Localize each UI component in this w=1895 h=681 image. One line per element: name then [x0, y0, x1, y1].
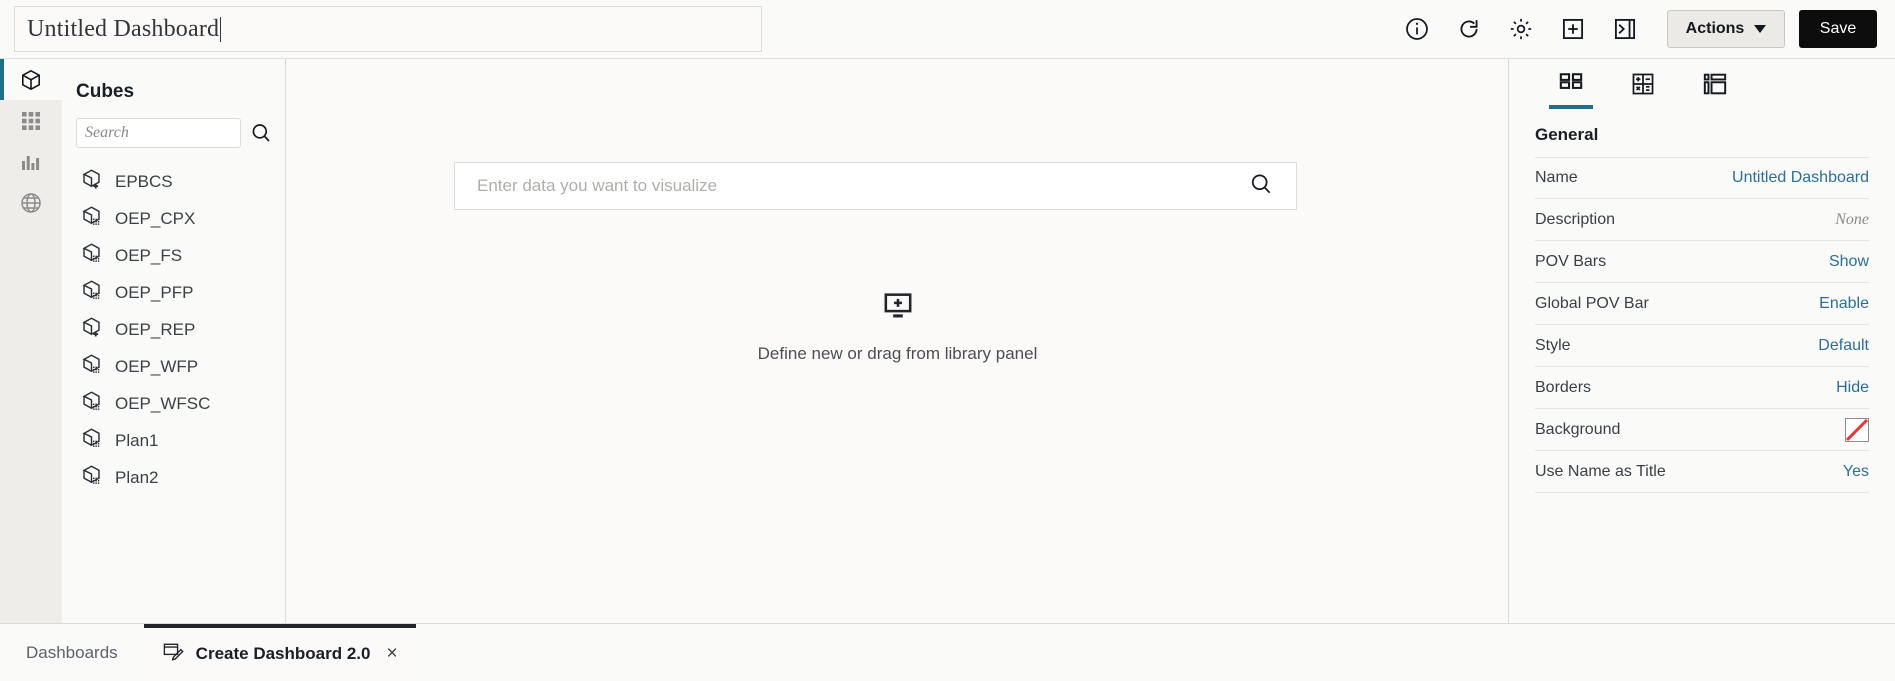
list-item[interactable]: Plan1: [62, 422, 285, 459]
cube-label: OEP_WFSC: [115, 393, 211, 413]
property-row: Style Default: [1535, 325, 1869, 367]
dashboard-title-input[interactable]: Untitled Dashboard: [14, 6, 762, 52]
property-label: Global POV Bar: [1535, 294, 1649, 312]
list-item[interactable]: OEP_WFSC: [62, 385, 285, 422]
left-rail: [0, 58, 62, 623]
sidebar-item-charts[interactable]: [0, 141, 62, 182]
library-panel-title: Cubes: [76, 81, 135, 102]
text-caret: [220, 16, 222, 42]
cube-label: EPBCS: [115, 171, 173, 191]
cube-label: OEP_FS: [115, 245, 183, 265]
properties-panel: General Name Untitled Dashboard Descriptio…: [1509, 58, 1895, 623]
save-button-label: Save: [1819, 20, 1857, 37]
cube-label: OEP_WFP: [115, 356, 199, 376]
property-label: Description: [1535, 210, 1616, 228]
property-value[interactable]: Yes: [1843, 463, 1869, 481]
actions-button-label: Actions: [1685, 20, 1745, 37]
tab-general[interactable]: [1535, 59, 1607, 115]
property-label: Style: [1535, 336, 1571, 354]
list-item[interactable]: Plan2: [62, 459, 285, 496]
list-item[interactable]: EPBCS: [62, 163, 285, 200]
info-icon[interactable]: [1391, 6, 1443, 52]
dropzone-label: Define new or drag from library panel: [757, 344, 1038, 363]
property-label: POV Bars: [1535, 252, 1607, 270]
tab-layout[interactable]: [1679, 59, 1751, 115]
list-item[interactable]: OEP_REP: [62, 311, 285, 348]
search-icon[interactable]: [1248, 171, 1274, 202]
chevron-down-icon: [1754, 25, 1767, 33]
cube-icon: [80, 205, 103, 233]
bottom-tab-create-dashboard-label: Create Dashboard 2.0: [195, 644, 371, 663]
cube-list: EPBCS OEP_CPX OEP_FS OEP_PFP OEP_REP OEP_WFP O…: [62, 149, 285, 496]
collapse-panel-icon[interactable]: [1599, 6, 1651, 52]
cube-icon: [80, 168, 103, 196]
property-row: Borders Hide: [1535, 367, 1869, 409]
bottom-tab-create-dashboard[interactable]: Create Dashboard 2.0 ×: [143, 623, 416, 681]
dashboard-title-text: Untitled Dashboard: [27, 15, 220, 42]
add-box-icon[interactable]: [1547, 6, 1599, 52]
property-row: Name Untitled Dashboard: [1535, 157, 1869, 199]
sidebar-item-cubes[interactable]: [0, 59, 62, 100]
search-icon[interactable]: [241, 117, 281, 149]
property-label: Name: [1535, 169, 1578, 186]
property-row: POV Bars Show: [1535, 241, 1869, 283]
cube-icon: [80, 353, 103, 381]
cube-label: OEP_CPX: [115, 208, 196, 228]
property-value[interactable]: Hide: [1836, 379, 1869, 397]
visualize-search-placeholder: Enter data you want to visualize: [477, 176, 718, 195]
refresh-icon[interactable]: [1443, 6, 1495, 52]
toolbar-actions: Actions Save: [1391, 6, 1895, 52]
edit-dashboard-icon: [162, 641, 184, 668]
list-item[interactable]: OEP_CPX: [62, 200, 285, 237]
property-value[interactable]: Untitled Dashboard: [1732, 169, 1869, 187]
cube-icon: [80, 316, 103, 344]
property-value[interactable]: Default: [1818, 337, 1869, 355]
actions-button[interactable]: Actions: [1667, 10, 1785, 48]
property-row: Global POV Bar Enable: [1535, 283, 1869, 325]
properties-list: Name Untitled Dashboard Description None POV…: [1509, 145, 1895, 493]
cube-icon: [80, 279, 103, 307]
cube-icon: [80, 464, 103, 492]
bottom-tab-bar: Dashboards Create Dashboard 2.0 ×: [0, 623, 1895, 681]
close-icon[interactable]: ×: [386, 643, 397, 665]
top-toolbar: Untitled Dashboard Actions Save: [0, 0, 1895, 58]
properties-section-title: General: [1535, 125, 1599, 144]
property-row: Background: [1535, 409, 1869, 451]
property-row: Description None: [1535, 199, 1869, 241]
library-search-row: Search: [62, 103, 285, 149]
bottom-tab-dashboards[interactable]: Dashboards: [0, 624, 144, 681]
property-value[interactable]: Show: [1829, 253, 1869, 271]
tab-calculation[interactable]: [1607, 59, 1679, 115]
cube-icon: [80, 390, 103, 418]
property-label: Background: [1535, 420, 1621, 438]
cube-icon: [80, 427, 103, 455]
save-button[interactable]: Save: [1799, 10, 1877, 48]
properties-tabs: [1509, 59, 1895, 115]
list-item[interactable]: OEP_PFP: [62, 274, 285, 311]
library-search-placeholder: Search: [85, 124, 129, 141]
sidebar-item-globe[interactable]: [0, 182, 62, 223]
sidebar-item-grid[interactable]: [0, 100, 62, 141]
property-label: Use Name as Title: [1535, 462, 1666, 480]
visualize-search-input[interactable]: Enter data you want to visualize: [454, 162, 1297, 210]
list-item[interactable]: OEP_FS: [62, 237, 285, 274]
dashboard-canvas[interactable]: Enter data you want to visualize Define …: [286, 58, 1509, 623]
cube-icon: [80, 242, 103, 270]
cube-label: Plan2: [115, 467, 159, 487]
property-row: Use Name as Title Yes: [1535, 451, 1869, 493]
property-value: None: [1835, 210, 1869, 228]
add-chart-icon[interactable]: [881, 289, 915, 328]
property-value[interactable]: Enable: [1819, 295, 1869, 313]
cube-label: Plan1: [115, 430, 159, 450]
background-color-swatch[interactable]: [1845, 417, 1869, 442]
bottom-tab-dashboards-label: Dashboards: [26, 642, 118, 662]
dashboard-dropzone[interactable]: Define new or drag from library panel: [286, 289, 1509, 364]
gear-icon[interactable]: [1495, 6, 1547, 52]
property-label: Borders: [1535, 378, 1592, 396]
library-panel: Cubes Search EPBCS OEP_CPX OEP_FS OEP_PFP OE…: [62, 58, 286, 623]
cube-label: OEP_REP: [115, 319, 196, 339]
cube-label: OEP_PFP: [115, 282, 194, 302]
library-search-input[interactable]: Search: [76, 118, 241, 148]
list-item[interactable]: OEP_WFP: [62, 348, 285, 385]
